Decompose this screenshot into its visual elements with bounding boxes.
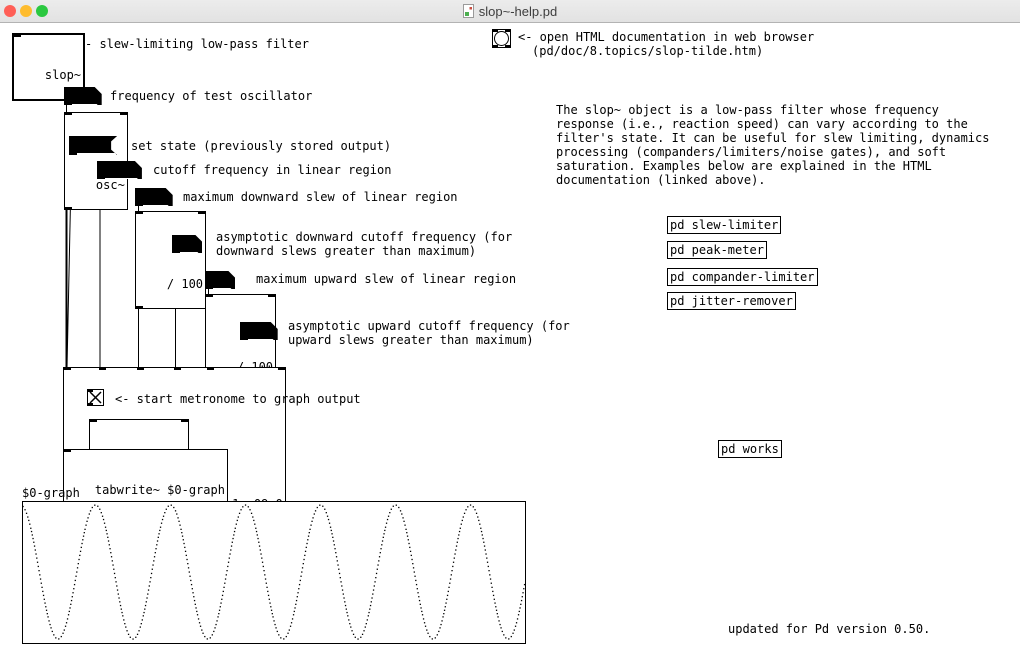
- description-line-5: saturation. Examples below are explained…: [556, 159, 932, 173]
- inlet-nub: [137, 368, 144, 370]
- subpatch-jitter-remover[interactable]: pd jitter-remover: [667, 292, 796, 310]
- pd-patch-window: { "window": { "title": "slop~-help.pd", …: [0, 0, 1020, 664]
- window-titlebar: slop~-help.pd: [0, 0, 1020, 23]
- description-line-6: documentation (linked above).: [556, 173, 766, 187]
- up-asym-number-box[interactable]: 182 182: [240, 322, 278, 340]
- down-asym-number-box[interactable]: 13 13: [172, 235, 202, 253]
- sine-wave-plot: [23, 502, 525, 643]
- subpatch-slew-limiter[interactable]: pd slew-limiter: [667, 216, 781, 234]
- doc-link-comment-line1: <- open HTML documentation in web browse…: [518, 30, 814, 44]
- osc-object-label: osc~: [96, 178, 125, 192]
- tabwrite-object-label: tabwrite~ $0-graph: [95, 483, 225, 497]
- up-slew-number-box[interactable]: 42 42: [205, 271, 235, 289]
- description-line-4: processing (companders/limiters/noise ga…: [556, 145, 946, 159]
- up-asym-comment-line2: upward slews greater than maximum): [288, 333, 534, 347]
- inlet-nub: [70, 153, 77, 155]
- subpatch-compander-limiter[interactable]: pd compander-limiter: [667, 268, 818, 286]
- outlet-nub: [65, 207, 72, 209]
- div-down-object-box: / 100: [135, 211, 206, 309]
- inlet-nub: [64, 450, 71, 452]
- cutoff-number-box[interactable]: 1259 1259: [97, 161, 142, 179]
- description-line-3: filter's state. It can be useful for sle…: [556, 131, 989, 145]
- inlet-nub: [206, 288, 213, 290]
- main-object-label: slop~: [45, 68, 81, 82]
- down-asym-comment-line2: downward slews greater than maximum): [216, 244, 476, 258]
- freq-number-box[interactable]: 297 297: [64, 87, 102, 105]
- outlet-nub: [493, 45, 498, 47]
- freq-comment: frequency of test oscillator: [110, 89, 312, 103]
- bang-circle-icon: [494, 31, 509, 46]
- down-slew-number-box[interactable]: 198 198: [135, 188, 173, 206]
- description-line-1: The slop~ object is a low-pass filter wh…: [556, 103, 939, 117]
- inlet-nub: [174, 368, 181, 370]
- footer-comment: updated for Pd version 0.50.: [728, 622, 930, 636]
- inlet-nub: [181, 420, 188, 422]
- metronome-toggle[interactable]: [87, 389, 104, 406]
- inlet-nub: [136, 212, 143, 214]
- up-slew-comment: maximum upward slew of linear region: [256, 272, 516, 286]
- up-asym-comment-line1: asymptotic upward cutoff frequency (for: [288, 319, 570, 333]
- inlet-nub: [64, 368, 71, 370]
- inlet-nub: [14, 35, 21, 37]
- inlet-nub: [136, 205, 143, 207]
- div-down-object-label: / 100: [167, 277, 203, 291]
- description-line-2: response (i.e., reaction speed) can vary…: [556, 117, 968, 131]
- open-docs-bang[interactable]: [492, 29, 511, 48]
- toggle-comment: <- start metronome to graph output: [115, 392, 361, 406]
- outlet-nub: [136, 306, 143, 308]
- subpatch-peak-meter[interactable]: pd peak-meter: [667, 241, 767, 259]
- inlet-nub: [493, 30, 498, 32]
- inlet-nub: [65, 113, 72, 115]
- inlet-nub: [120, 113, 127, 115]
- window-title: slop~-help.pd: [479, 4, 557, 19]
- document-icon: [463, 4, 474, 18]
- inlet-nub: [88, 390, 93, 392]
- inlet-nub: [278, 368, 285, 370]
- inlet-nub: [90, 420, 97, 422]
- inlet-nub: [65, 104, 72, 106]
- down-slew-comment: maximum downward slew of linear region: [183, 190, 458, 204]
- cutoff-comment: cutoff frequency in linear region: [153, 163, 391, 177]
- inlet-nub: [207, 368, 214, 370]
- inlet-nub: [268, 295, 275, 297]
- down-asym-comment-line1: asymptotic downward cutoff frequency (fo…: [216, 230, 512, 244]
- inlet-nub: [99, 368, 106, 370]
- inlet-nub: [198, 212, 205, 214]
- inlet-nub: [206, 295, 213, 297]
- waveform-graph: [22, 501, 526, 644]
- outlet-nub: [505, 45, 510, 47]
- outlet-nub: [88, 403, 93, 405]
- set-message-box[interactable]: set 0 set 0: [69, 136, 117, 155]
- main-description-comment: - slew-limiting low-pass filter: [85, 37, 309, 51]
- inlet-nub: [505, 30, 510, 32]
- doc-link-comment-line2: (pd/doc/8.topics/slop-tilde.htm): [532, 44, 763, 58]
- subpatch-works[interactable]: pd works: [718, 440, 782, 458]
- set-comment: set state (previously stored output): [131, 139, 391, 153]
- graph-label: $0-graph: [22, 486, 80, 500]
